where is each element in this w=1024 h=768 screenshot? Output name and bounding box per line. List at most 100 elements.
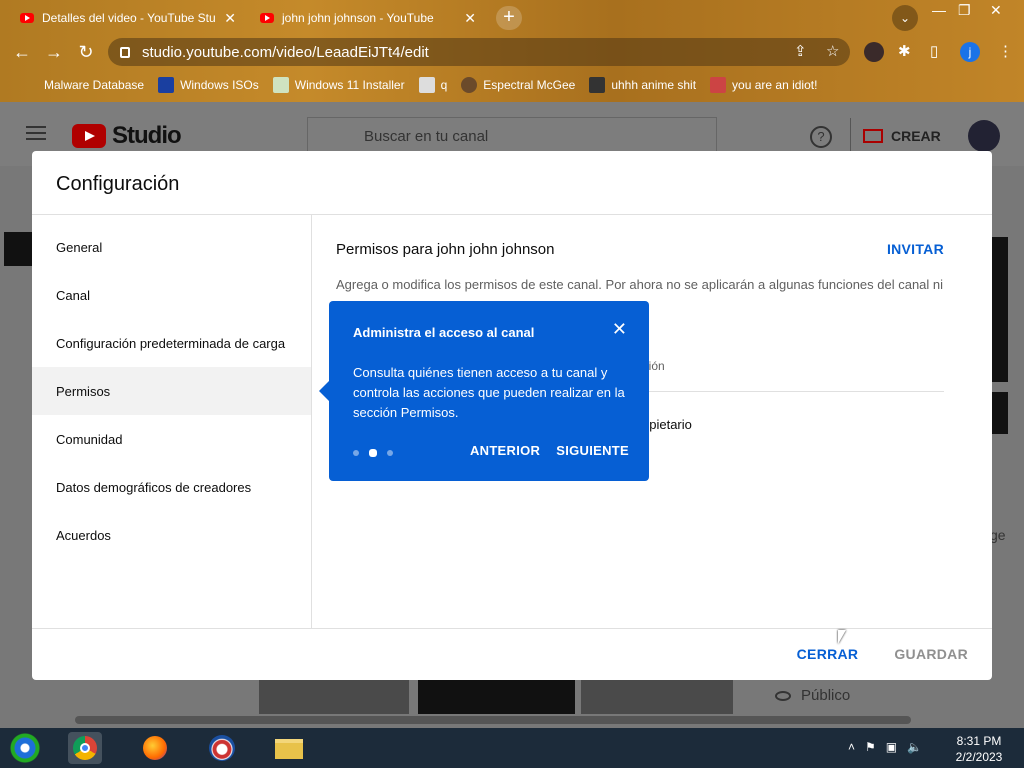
bookmark-icon	[272, 77, 289, 93]
close-tab-icon[interactable]: ✕	[464, 10, 476, 27]
logo-text: Studio	[112, 122, 182, 149]
back-button[interactable]: ←	[10, 40, 34, 64]
taskbar-firefox[interactable]	[138, 732, 172, 764]
bookmark-idiot[interactable]: you are an idiot!	[710, 77, 817, 93]
flag-icon[interactable]: ⚑	[865, 740, 876, 754]
clock-time: 8:31 PM	[956, 734, 1002, 748]
background-partial-text: ge	[990, 527, 1006, 543]
close-button[interactable]: CERRAR	[797, 646, 859, 662]
volume-icon[interactable]: 🔈	[907, 740, 922, 754]
step-dot	[387, 450, 393, 456]
taskbar: ˄ ⚑ ▣ 🔈 8:31 PM 2/2/2023	[0, 728, 1024, 768]
reload-button[interactable]: ↻	[74, 40, 98, 64]
forward-button[interactable]: →	[42, 40, 66, 64]
menu-icon[interactable]	[26, 126, 46, 140]
nav-item-creator-demographics[interactable]: Datos demográficos de creadores	[32, 463, 311, 511]
permissions-description: Agrega o modifica los permisos de este c…	[336, 277, 944, 292]
bookmark-icon	[589, 77, 606, 93]
show-hidden-icons[interactable]: ˄	[848, 740, 855, 754]
bookmark-icon	[418, 77, 435, 93]
bookmark-espectral-mcgee[interactable]: Espectral McGee	[461, 77, 575, 93]
nav-item-community[interactable]: Comunidad	[32, 415, 311, 463]
tooltip-body: Consulta quiénes tienen acceso a tu cana…	[353, 365, 625, 420]
bookmark-windows-11-installer[interactable]: Windows 11 Installer	[272, 77, 405, 93]
bookmarks-bar: Malware Database Windows ISOs Windows 11…	[0, 72, 1024, 98]
lock-icon	[120, 46, 130, 58]
url-text: studio.youtube.com/video/LeaadEiJTt4/edi…	[142, 43, 429, 61]
start-button[interactable]	[8, 732, 42, 764]
nav-item-general[interactable]: General	[32, 223, 311, 271]
create-button[interactable]: CREAR	[850, 118, 941, 154]
next-button[interactable]: SIGUIENTE	[556, 443, 629, 458]
background-thumbnail	[418, 680, 575, 714]
account-avatar[interactable]	[968, 120, 1000, 152]
owner-role: opietario	[642, 417, 692, 432]
horizontal-scrollbar[interactable]	[75, 716, 911, 724]
bookmark-icon	[22, 77, 38, 93]
taskbar-app[interactable]	[205, 732, 239, 764]
network-icon[interactable]: ▣	[886, 740, 897, 754]
step-dot-active	[369, 449, 377, 457]
bookmark-malware-database[interactable]: Malware Database	[22, 77, 144, 93]
taskbar-file-explorer[interactable]	[272, 732, 306, 764]
extension-avatar-icon[interactable]	[864, 42, 884, 62]
save-button[interactable]: GUARDAR	[894, 646, 968, 662]
close-tab-icon[interactable]: ✕	[224, 10, 236, 27]
youtube-icon	[260, 13, 274, 23]
share-icon[interactable]: ⇪	[794, 42, 807, 60]
browser-chrome: Detalles del video - YouTube Stu ✕ john …	[0, 0, 1024, 102]
taskbar-clock[interactable]: 8:31 PM 2/2/2023	[944, 733, 1014, 765]
bookmark-icon	[158, 77, 175, 93]
app-icon	[209, 735, 235, 761]
visibility-status: Público	[775, 687, 850, 704]
nav-item-channel[interactable]: Canal	[32, 271, 311, 319]
nav-item-upload-defaults[interactable]: Configuración predeterminada de carga	[32, 319, 311, 367]
minimize-button[interactable]: —	[932, 2, 946, 18]
bookmark-star-icon[interactable]: ☆	[826, 42, 839, 60]
tab-title: Detalles del video - YouTube Stu	[42, 11, 216, 25]
clock-date: 2/2/2023	[955, 750, 1003, 764]
menu-kebab-icon[interactable]: ⋮	[998, 42, 1013, 60]
studio-logo[interactable]: Studio	[72, 122, 182, 150]
new-tab-button[interactable]: +	[496, 6, 522, 30]
folder-icon	[275, 739, 303, 759]
profile-avatar[interactable]: j	[960, 42, 980, 62]
address-bar[interactable]: studio.youtube.com/video/LeaadEiJTt4/edi…	[108, 38, 850, 66]
background-video-preview	[992, 392, 1008, 434]
previous-button[interactable]: ANTERIOR	[470, 443, 540, 458]
nav-item-permissions[interactable]: Permisos	[32, 367, 311, 415]
dialog-title: Configuración	[56, 173, 180, 195]
firefox-icon	[143, 736, 167, 760]
youtube-logo-icon	[72, 124, 106, 148]
search-placeholder: Buscar en tu canal	[364, 127, 489, 145]
tab-title: john john johnson - YouTube	[282, 11, 434, 25]
background-video-preview	[992, 237, 1008, 382]
bookmark-windows-isos[interactable]: Windows ISOs	[158, 77, 259, 93]
taskbar-chrome[interactable]	[68, 732, 102, 764]
close-window-button[interactable]: ✕	[990, 2, 1002, 19]
tab-video-details[interactable]: Detalles del video - YouTube Stu ✕	[12, 4, 244, 32]
background-thumbnail	[259, 680, 409, 714]
permissions-title: Permisos para john john johnson	[336, 241, 555, 258]
invite-button[interactable]: INVITAR	[887, 241, 944, 257]
step-dot	[353, 450, 359, 456]
tab-bar: Detalles del video - YouTube Stu ✕ john …	[0, 0, 1024, 34]
close-icon[interactable]: ✕	[612, 319, 627, 340]
onboarding-tooltip: Administra el acceso al canal ✕ Consulta…	[319, 301, 649, 481]
divider	[32, 628, 992, 629]
help-icon[interactable]: ?	[810, 126, 832, 148]
restore-button[interactable]: ❐	[958, 2, 971, 19]
step-indicator	[353, 449, 403, 457]
search-input[interactable]: Buscar en tu canal	[307, 117, 717, 155]
bookmark-q[interactable]: q	[418, 77, 447, 93]
side-panel-icon[interactable]: ▯	[930, 42, 938, 60]
tab-search-button[interactable]: ⌄	[892, 5, 918, 31]
extensions-puzzle-icon[interactable]: ✱	[898, 42, 911, 60]
nav-item-agreements[interactable]: Acuerdos	[32, 511, 311, 559]
browser-toolbar: ← → ↻ studio.youtube.com/video/LeaadEiJT…	[0, 34, 1024, 70]
video-camera-icon	[863, 129, 883, 143]
youtube-icon	[20, 13, 34, 23]
tooltip-actions: ANTERIOR SIGUIENTE	[454, 443, 629, 458]
tab-channel[interactable]: john john johnson - YouTube ✕	[252, 4, 484, 32]
bookmark-anime[interactable]: uhhh anime shit	[589, 77, 696, 93]
